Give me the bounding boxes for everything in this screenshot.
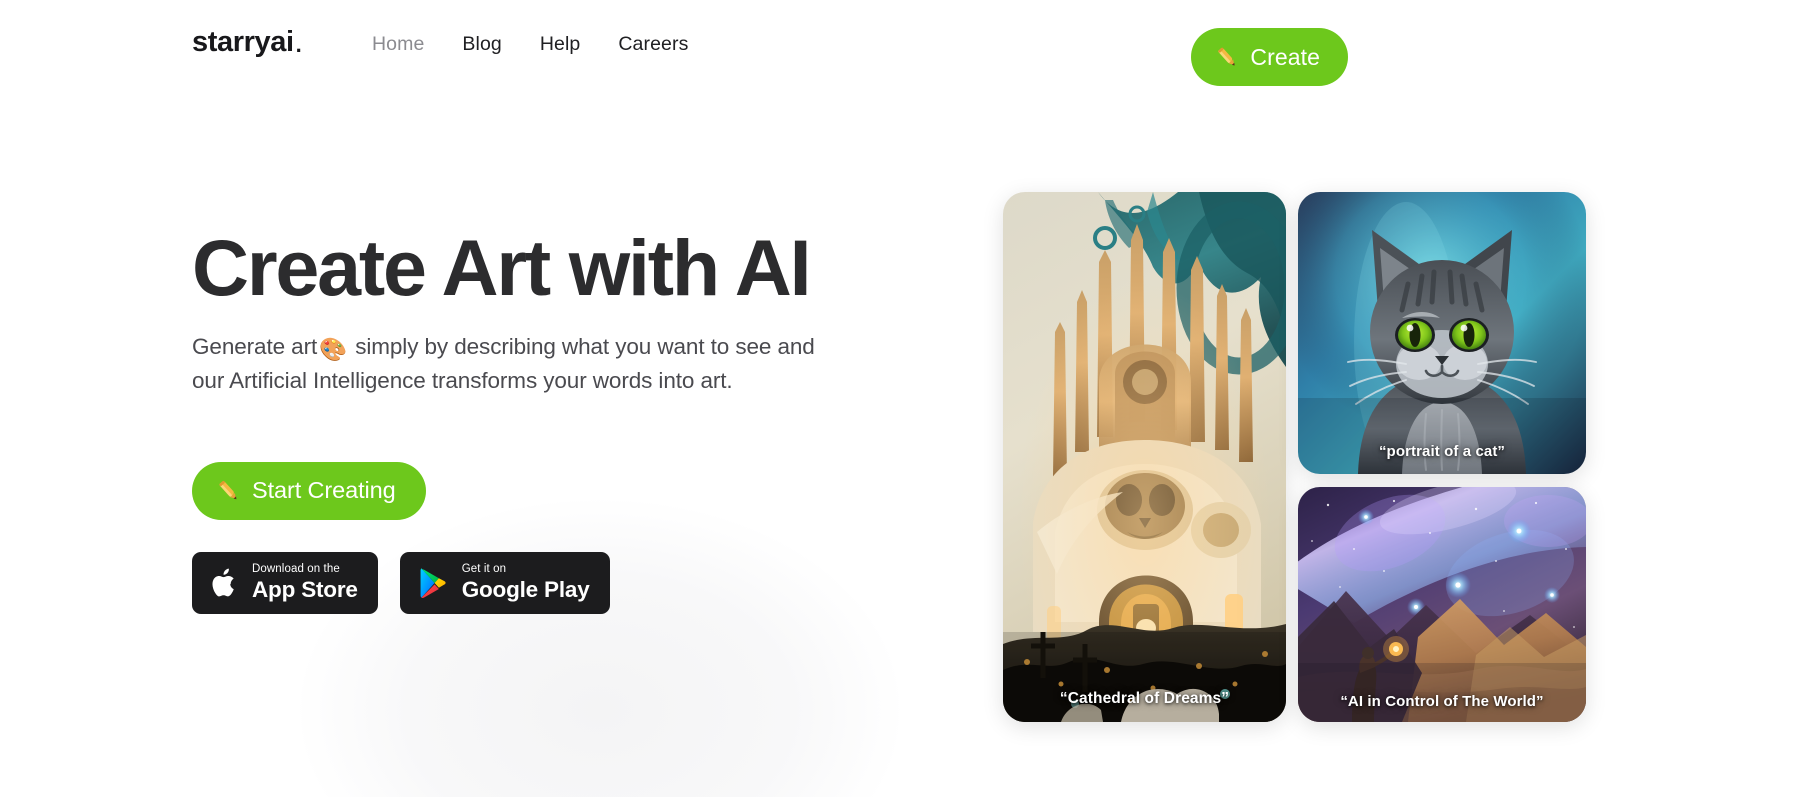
app-store-button[interactable]: Download on the App Store: [192, 551, 378, 614]
brand-name: starryai: [192, 26, 294, 58]
brand-sparkle-icon: .: [295, 32, 302, 57]
pencil-icon: [1213, 43, 1241, 71]
main-navigation: Home Blog Help Careers: [372, 30, 688, 58]
nav-item-home[interactable]: Home: [372, 30, 424, 58]
google-play-button[interactable]: Get it on Google Play: [399, 551, 610, 614]
artwork-card-cat[interactable]: “portrait of a cat”: [1298, 192, 1586, 474]
artwork-image-ai-world: [1298, 487, 1586, 722]
start-creating-label: Start Creating: [252, 477, 396, 504]
nav-item-help[interactable]: Help: [540, 30, 581, 58]
site-header: starryai . Home Blog Help Careers Create: [0, 0, 1800, 100]
app-store-name: App Store: [252, 577, 358, 603]
google-play-prefix: Get it on: [461, 563, 507, 576]
artwork-card-ai-world[interactable]: “AI in Control of The World”: [1298, 487, 1586, 722]
hero-section: Create Art with AI Generate art🎨 simply …: [192, 223, 892, 614]
nav-item-careers[interactable]: Careers: [618, 30, 688, 58]
nav-item-blog[interactable]: Blog: [462, 30, 501, 58]
artwork-card-cathedral[interactable]: “Cathedral of Dreams”: [1003, 192, 1286, 722]
page-title: Create Art with AI: [192, 223, 812, 312]
apple-icon: [210, 566, 239, 600]
artwork-image-cathedral: [1003, 192, 1286, 722]
pencil-icon: [214, 476, 243, 505]
create-button-label: Create: [1250, 43, 1320, 70]
google-play-name: Google Play: [461, 577, 590, 603]
store-badges: Download on the App Store Get it on Goog…: [192, 551, 892, 614]
artwork-image-cat: [1298, 192, 1586, 474]
google-play-icon: [418, 566, 449, 600]
brand-logo[interactable]: starryai .: [192, 28, 302, 57]
app-store-prefix: Download on the: [252, 563, 340, 576]
palette-icon: 🎨: [319, 336, 348, 362]
create-button[interactable]: Create: [1191, 28, 1348, 86]
hero-subtitle-part1: Generate art: [192, 333, 318, 359]
sample-artwork-gallery: “Cathedral of Dreams” “portrait of a cat…: [1003, 192, 1586, 722]
hero-subtitle: Generate art🎨 simply by describing what …: [192, 331, 817, 396]
start-creating-button[interactable]: Start Creating: [192, 461, 426, 520]
landing-page: starryai . Home Blog Help Careers Create…: [0, 0, 1800, 797]
